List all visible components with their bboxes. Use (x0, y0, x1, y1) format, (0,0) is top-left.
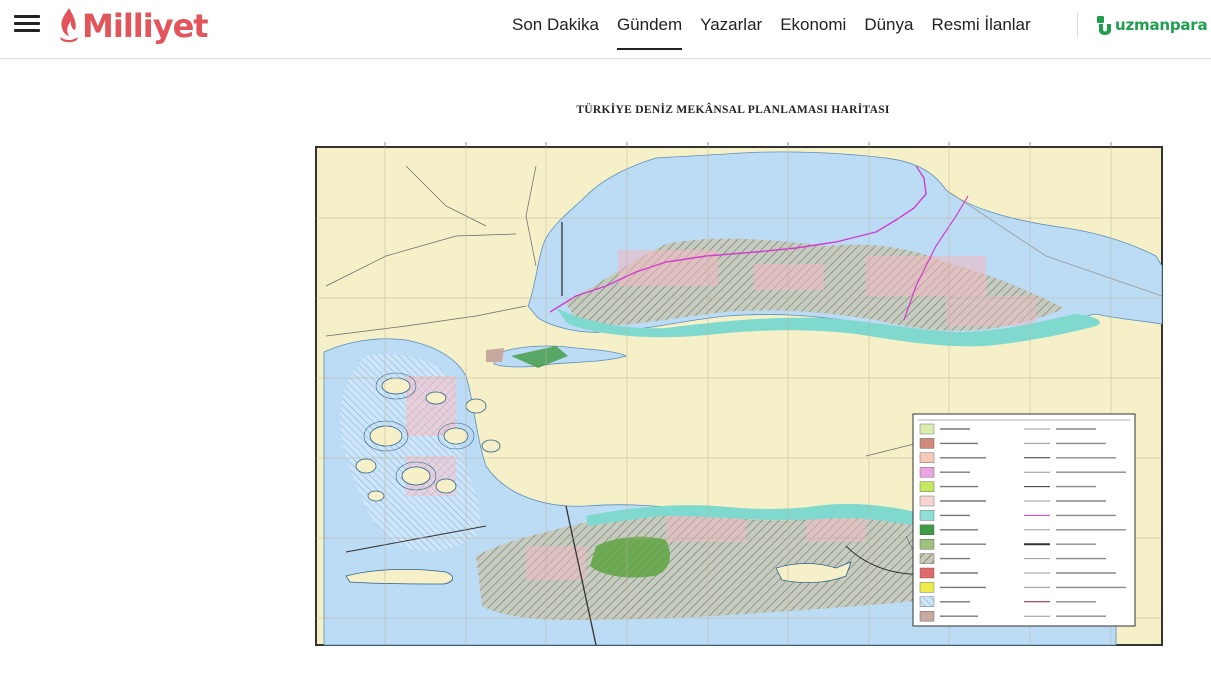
legend-swatch (919, 524, 935, 535)
legend-swatch (919, 611, 935, 622)
uzmanpara-icon (1097, 16, 1111, 35)
nav-dunya[interactable]: Dünya (864, 0, 913, 50)
site-header: Milliyet Son Dakika Gündem Yazarlar Ekon… (0, 0, 1211, 59)
legend-swatch (919, 596, 935, 607)
main-nav: Son Dakika Gündem Yazarlar Ekonomi Dünya… (512, 0, 1049, 52)
milliyet-logo[interactable]: Milliyet (58, 5, 209, 47)
legend-swatch (919, 452, 935, 463)
legend-swatch (919, 467, 935, 478)
legend-swatch (919, 495, 935, 507)
legend-swatch (919, 567, 935, 579)
nav-divider (1077, 12, 1078, 38)
legend-swatch (919, 423, 935, 435)
nav-ekonomi[interactable]: Ekonomi (780, 0, 846, 50)
nav-gundem[interactable]: Gündem (616, 0, 683, 50)
legend-swatch (919, 481, 935, 492)
legend-swatch (919, 510, 935, 521)
uzmanpara-text: uzmanpara (1115, 16, 1208, 34)
marine-spatial-plan-map (306, 136, 1172, 661)
uzmanpara-logo[interactable]: uzmanpara (1096, 12, 1208, 38)
map-legend (912, 413, 1136, 627)
legend-swatch (919, 539, 935, 550)
flame-icon (60, 8, 78, 43)
nav-yazarlar[interactable]: Yazarlar (700, 0, 762, 50)
map-title: TÜRKİYE DENİZ MEKÂNSAL PLANLAMASI HARİTA… (576, 104, 890, 116)
legend-swatch (919, 582, 935, 593)
nav-son-dakika[interactable]: Son Dakika (512, 0, 599, 50)
logo-text: Milliyet (82, 7, 209, 45)
menu-icon[interactable] (14, 13, 41, 33)
legend-swatch (919, 438, 935, 449)
nav-resmi-ilanlar[interactable]: Resmi İlanlar (931, 0, 1030, 50)
legend-swatch (919, 553, 935, 564)
